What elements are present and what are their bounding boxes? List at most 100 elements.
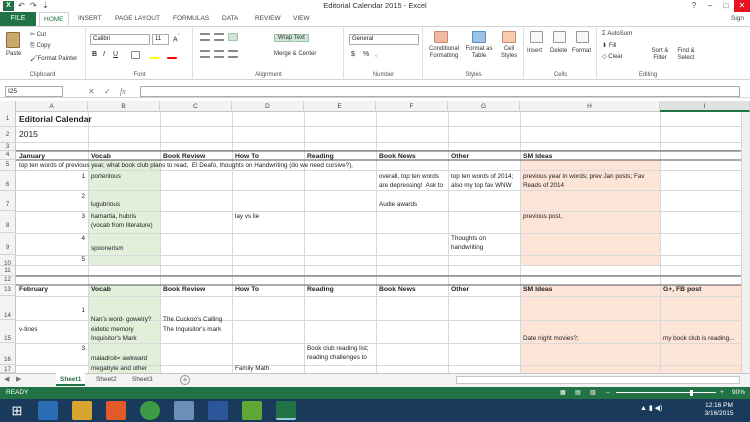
tab-review[interactable]: REVIEW — [255, 12, 281, 26]
header-vocab[interactable]: Vocab — [89, 153, 159, 162]
find-select-button[interactable]: Find & Select — [674, 48, 698, 62]
sheet-tab-sheet2[interactable]: Sheet2 — [92, 373, 121, 386]
week-number[interactable]: 2 — [17, 193, 87, 202]
formula-input[interactable] — [140, 86, 740, 97]
week-number[interactable]: 5 — [17, 256, 87, 265]
how-to-cell[interactable]: lay vs lie — [233, 213, 303, 222]
normal-view-icon[interactable]: ▦ — [560, 387, 566, 399]
month-february[interactable]: February — [17, 286, 87, 295]
header-sm-ideas[interactable]: SM Ideas — [521, 153, 659, 162]
delete-button[interactable]: Delete — [550, 48, 567, 54]
column-header-a[interactable]: A — [16, 101, 88, 112]
zoom-in-icon[interactable]: + — [720, 387, 724, 399]
name-box[interactable]: I25 — [5, 86, 63, 97]
file-explorer-icon[interactable] — [72, 401, 92, 420]
evernote-icon[interactable] — [242, 401, 262, 420]
header-social-post[interactable]: G+, FB post — [661, 286, 749, 295]
close-icon[interactable]: ✕ — [734, 0, 750, 12]
row-header-7[interactable]: 7 — [0, 191, 16, 211]
column-header-f[interactable]: F — [376, 101, 448, 112]
row-header-16[interactable]: 16 — [0, 343, 16, 365]
column-header-b[interactable]: B — [88, 101, 160, 112]
insert-button[interactable]: Insert — [527, 48, 542, 54]
font-size-select[interactable]: 11 — [152, 34, 169, 45]
header-book-news[interactable]: Book News — [377, 286, 447, 295]
fill-button[interactable]: ⬇ Fill — [602, 42, 616, 49]
zoom-out-icon[interactable]: – — [606, 387, 610, 399]
week-number[interactable]: 1 — [17, 307, 87, 316]
format-painter-button[interactable]: 🖌Format Painter — [30, 55, 77, 62]
zoom-level[interactable]: 90% — [732, 387, 745, 399]
vocab-cell[interactable]: spoonerism — [89, 245, 159, 254]
conditional-formatting-button[interactable]: Conditional Formatting — [426, 46, 462, 60]
tab-home[interactable]: HOME — [39, 12, 69, 26]
how-to-cell[interactable]: Family Math — [233, 365, 303, 373]
tab-formulas[interactable]: FORMULAS — [173, 12, 209, 26]
help-icon[interactable]: ? — [686, 0, 702, 12]
vocab-cell[interactable]: maladroit= awkward — [89, 355, 159, 364]
row-header-10[interactable]: 10 — [0, 255, 16, 267]
zoom-slider-thumb[interactable] — [690, 390, 693, 396]
align-bottom-icon[interactable] — [228, 33, 238, 41]
book-review-cell[interactable]: The Inquisitor's mark — [161, 326, 231, 335]
paste-button[interactable]: Paste — [6, 51, 21, 57]
header-how-to[interactable]: How To — [233, 153, 303, 162]
header-vocab[interactable]: Vocab — [89, 286, 159, 295]
row-header-4[interactable]: 4 — [0, 151, 16, 160]
format-button[interactable]: Format — [572, 48, 591, 54]
insert-function-icon[interactable]: fx — [120, 86, 126, 97]
column-header-e[interactable]: E — [304, 101, 376, 112]
column-header-h[interactable]: H — [520, 101, 660, 112]
chrome-icon[interactable] — [140, 401, 160, 420]
header-other[interactable]: Other — [449, 286, 519, 295]
book-news-cell[interactable]: Audie awards — [377, 201, 447, 210]
internet-explorer-icon[interactable] — [38, 401, 58, 420]
row-header-15[interactable]: 15 — [0, 320, 16, 343]
sheet-nav-right-icon[interactable]: ▶ — [16, 374, 21, 386]
tab-insert[interactable]: INSERT — [78, 12, 102, 26]
tab-view[interactable]: VIEW — [293, 12, 310, 26]
notes-cell[interactable]: v-tines — [17, 326, 87, 335]
other-cell[interactable]: top ten words of 2014; also my top fav W… — [449, 173, 519, 190]
cancel-icon[interactable]: ✕ — [88, 86, 95, 97]
font-name-select[interactable]: Calibri — [90, 34, 150, 45]
vertical-scrollbar[interactable] — [741, 112, 750, 373]
vocab-cell[interactable]: hamartia, hubris (vocab from literature) — [89, 213, 159, 232]
sheet-tab-sheet3[interactable]: Sheet3 — [128, 373, 157, 386]
row-header-2[interactable]: 2 — [0, 127, 16, 143]
system-tray-icons[interactable]: ▲ ▮ ◀) — [640, 404, 662, 412]
row-header-9[interactable]: 9 — [0, 233, 16, 255]
vocab-cell[interactable]: portentous — [89, 173, 159, 182]
sheet-tab-sheet1[interactable]: Sheet1 — [56, 373, 86, 386]
row-header-17[interactable]: 17 — [0, 365, 16, 373]
week-number[interactable]: 1 — [17, 173, 87, 182]
sheet-title[interactable]: Editorial Calendar — [17, 114, 217, 125]
column-header-g[interactable]: G — [448, 101, 520, 112]
center-icon[interactable] — [214, 50, 224, 58]
column-header-c[interactable]: C — [160, 101, 232, 112]
other-cell[interactable]: Thoughts on handwriting — [449, 235, 519, 254]
week-number[interactable]: 3 — [17, 345, 87, 354]
autosum-button[interactable]: Σ AutoSum — [602, 31, 632, 37]
header-book-news[interactable]: Book News — [377, 153, 447, 162]
row-header-13[interactable]: 13 — [0, 285, 16, 296]
excel-taskbar-icon[interactable] — [276, 401, 296, 420]
header-sm-ideas[interactable]: SM Ideas — [521, 286, 659, 295]
media-player-icon[interactable] — [106, 401, 126, 420]
start-button-icon[interactable]: ⊞ — [6, 402, 28, 419]
copy-button[interactable]: ⎘ Copy — [30, 43, 50, 50]
tab-file[interactable]: FILE — [0, 12, 36, 26]
tab-data[interactable]: DATA — [222, 12, 238, 26]
sm-ideas-cell[interactable]: previous post, — [521, 213, 659, 222]
january-notes[interactable]: top ten words of previous year, what boo… — [17, 162, 617, 171]
row-header-11[interactable]: 11 — [0, 266, 16, 276]
bold-button[interactable]: B — [92, 51, 97, 58]
cut-button[interactable]: ✂ Cut — [30, 31, 46, 38]
pinned-app-icon[interactable] — [174, 401, 194, 420]
page-layout-view-icon[interactable]: ▤ — [575, 387, 581, 399]
format-as-table-button[interactable]: Format as Table — [464, 46, 494, 60]
page-break-view-icon[interactable]: ▥ — [590, 387, 596, 399]
vocab-cell[interactable]: eidetic memory Inquisitor's Mark — [89, 326, 159, 344]
row-header-12[interactable]: 12 — [0, 276, 16, 285]
wrap-text-button[interactable]: Wrap Text — [274, 34, 309, 42]
